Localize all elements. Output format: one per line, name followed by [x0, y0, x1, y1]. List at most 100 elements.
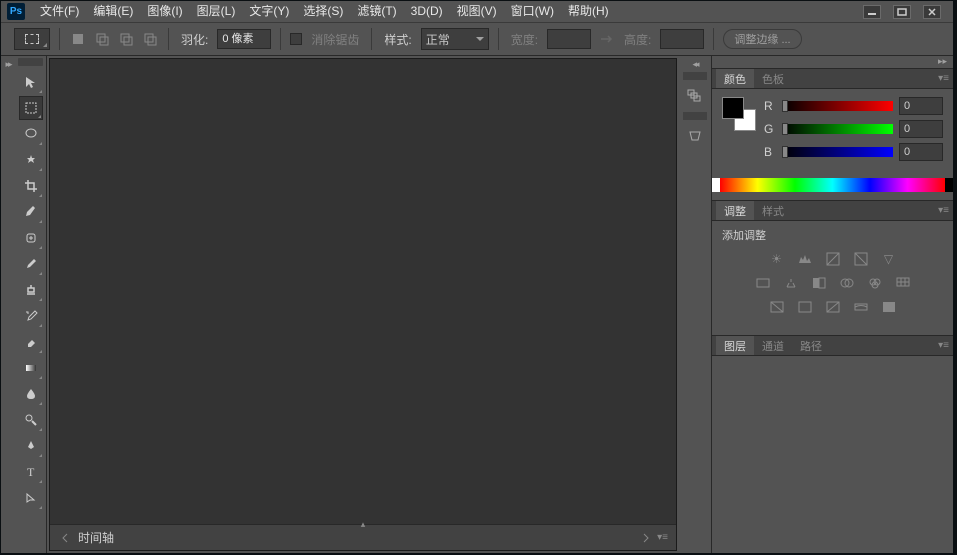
- menu-help[interactable]: 帮助(H): [561, 1, 616, 22]
- menu-type[interactable]: 文字(Y): [242, 1, 296, 22]
- foreground-color-swatch[interactable]: [722, 97, 744, 119]
- selective-color-icon[interactable]: [880, 299, 898, 315]
- eyedropper-tool[interactable]: [19, 200, 43, 224]
- brightness-icon[interactable]: ☀: [768, 251, 786, 267]
- add-adjustment-label: 添加调整: [722, 227, 943, 243]
- pen-tool[interactable]: [19, 434, 43, 458]
- tab-swatches[interactable]: 色板: [754, 69, 792, 88]
- expand-panel-icon[interactable]: ▴: [361, 519, 366, 530]
- tab-layers[interactable]: 图层: [716, 336, 754, 355]
- tool-preset-picker[interactable]: [14, 28, 50, 50]
- gradient-tool[interactable]: [19, 356, 43, 380]
- menu-layer[interactable]: 图层(L): [190, 1, 243, 22]
- g-slider[interactable]: [782, 124, 893, 134]
- posterize-icon[interactable]: [796, 299, 814, 315]
- right-rail: ◂◂: [679, 56, 711, 553]
- levels-icon[interactable]: [796, 251, 814, 267]
- exposure-icon[interactable]: [852, 251, 870, 267]
- collapse-panels-icon[interactable]: ▸▸: [938, 56, 947, 68]
- intersect-selection-icon[interactable]: [141, 30, 159, 48]
- blur-tool[interactable]: [19, 382, 43, 406]
- path-selection-tool[interactable]: [19, 486, 43, 510]
- timeline-tab[interactable]: 时间轴: [78, 529, 114, 546]
- collapse-rail-icon[interactable]: ◂◂: [679, 59, 711, 70]
- tab-channels[interactable]: 通道: [754, 336, 792, 355]
- titlebar: Ps 文件(F) 编辑(E) 图像(I) 图层(L) 文字(Y) 选择(S) 滤…: [1, 1, 953, 22]
- r-input[interactable]: 0: [899, 97, 943, 115]
- curves-icon[interactable]: [824, 251, 842, 267]
- marquee-tool[interactable]: [19, 96, 43, 120]
- toolbox: T: [15, 56, 47, 553]
- menu-view[interactable]: 视图(V): [450, 1, 504, 22]
- g-label: G: [764, 122, 776, 136]
- photo-filter-icon[interactable]: [838, 275, 856, 291]
- menu-3d[interactable]: 3D(D): [404, 1, 450, 22]
- scroll-left-icon[interactable]: [58, 531, 72, 545]
- type-tool[interactable]: T: [19, 460, 43, 484]
- r-label: R: [764, 99, 776, 113]
- magic-wand-tool[interactable]: [19, 148, 43, 172]
- expand-toolbox-icon[interactable]: ▸▸: [5, 59, 10, 553]
- antialias-checkbox[interactable]: [290, 33, 302, 45]
- layers-list: [712, 356, 953, 506]
- layers-panel-menu-icon[interactable]: ▾≡: [938, 340, 949, 351]
- invert-icon[interactable]: [768, 299, 786, 315]
- gradient-map-icon[interactable]: [852, 299, 870, 315]
- crop-tool[interactable]: [19, 174, 43, 198]
- canvas[interactable]: [50, 59, 676, 524]
- lasso-tool[interactable]: [19, 122, 43, 146]
- rail-history-icon[interactable]: [683, 86, 707, 106]
- clone-stamp-tool[interactable]: [19, 278, 43, 302]
- menu-image[interactable]: 图像(I): [140, 1, 189, 22]
- tab-styles[interactable]: 样式: [754, 201, 792, 220]
- new-selection-icon[interactable]: [69, 30, 87, 48]
- scroll-right-icon[interactable]: [639, 531, 653, 545]
- brush-tool[interactable]: [19, 252, 43, 276]
- menu-filter[interactable]: 滤镜(T): [350, 1, 403, 22]
- rail-grip-2[interactable]: [683, 112, 707, 120]
- timeline-menu-icon[interactable]: ▾≡: [657, 532, 668, 543]
- add-selection-icon[interactable]: [93, 30, 111, 48]
- width-label: 宽度:: [511, 31, 538, 48]
- move-tool[interactable]: [19, 70, 43, 94]
- g-input[interactable]: 0: [899, 120, 943, 138]
- hue-sat-icon[interactable]: [754, 275, 772, 291]
- maximize-button[interactable]: [893, 5, 911, 19]
- adjustments-panel-menu-icon[interactable]: ▾≡: [938, 205, 949, 216]
- window-controls: [863, 5, 947, 19]
- menu-select[interactable]: 选择(S): [296, 1, 350, 22]
- hue-strip[interactable]: [720, 178, 945, 192]
- vibrance-icon[interactable]: ▽: [880, 251, 898, 267]
- close-button[interactable]: [923, 5, 941, 19]
- minimize-button[interactable]: [863, 5, 881, 19]
- color-balance-icon[interactable]: [782, 275, 800, 291]
- channel-mixer-icon[interactable]: [866, 275, 884, 291]
- toolbox-grip[interactable]: [18, 58, 43, 66]
- rail-grip[interactable]: [683, 72, 707, 80]
- color-panel-menu-icon[interactable]: ▾≡: [938, 73, 949, 84]
- eraser-tool[interactable]: [19, 330, 43, 354]
- threshold-icon[interactable]: [824, 299, 842, 315]
- history-brush-tool[interactable]: [19, 304, 43, 328]
- menu-file[interactable]: 文件(F): [33, 1, 86, 22]
- r-slider[interactable]: [782, 101, 893, 111]
- subtract-selection-icon[interactable]: [117, 30, 135, 48]
- tab-paths[interactable]: 路径: [792, 336, 830, 355]
- swap-dimensions-icon[interactable]: [597, 30, 615, 48]
- color-lookup-icon[interactable]: [894, 275, 912, 291]
- tab-adjustments[interactable]: 调整: [716, 201, 754, 220]
- options-bar: 羽化: 0 像素 消除锯齿 样式: 正常 宽度: 高度: 调整边缘 ...: [1, 22, 953, 56]
- style-dropdown[interactable]: 正常: [421, 28, 489, 50]
- healing-brush-tool[interactable]: [19, 226, 43, 250]
- menu-window[interactable]: 窗口(W): [504, 1, 561, 22]
- menu-edit[interactable]: 编辑(E): [86, 1, 140, 22]
- b-slider[interactable]: [782, 147, 893, 157]
- tab-color[interactable]: 颜色: [716, 69, 754, 88]
- bw-icon[interactable]: [810, 275, 828, 291]
- b-input[interactable]: 0: [899, 143, 943, 161]
- rail-properties-icon[interactable]: [683, 126, 707, 146]
- dodge-tool[interactable]: [19, 408, 43, 432]
- feather-input[interactable]: 0 像素: [217, 29, 271, 49]
- refine-edge-button[interactable]: 调整边缘 ...: [723, 29, 801, 49]
- color-swatch[interactable]: [722, 97, 756, 131]
